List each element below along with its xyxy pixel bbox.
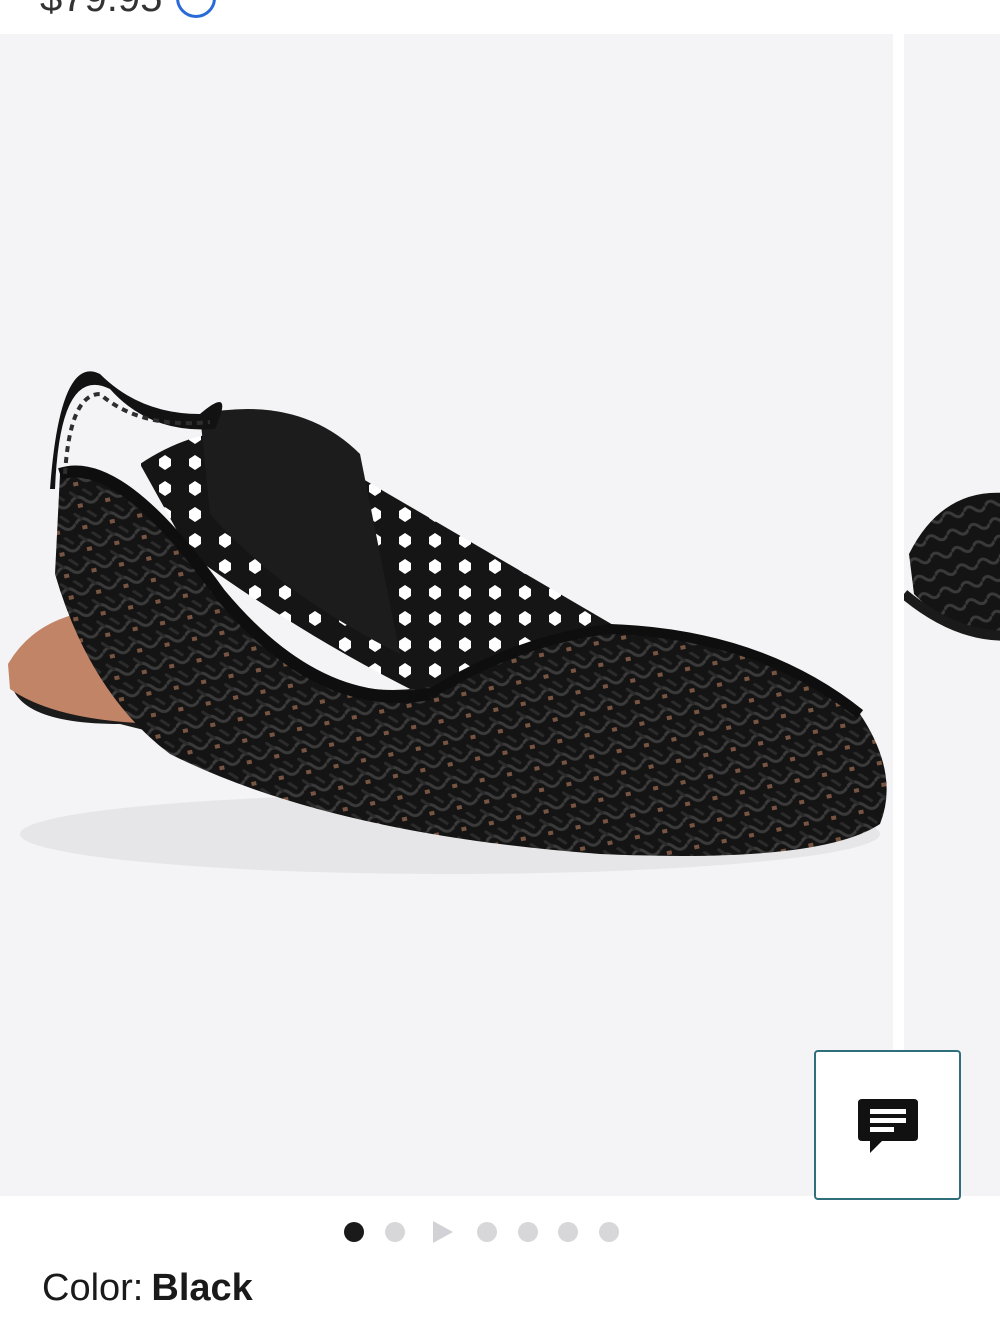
color-value: Black [151, 1267, 253, 1309]
chat-button[interactable] [814, 1050, 961, 1200]
carousel-dot-5[interactable] [518, 1222, 538, 1242]
color-selection: Color: Black [42, 1266, 253, 1310]
carousel-dots [0, 1219, 1000, 1245]
product-image-main[interactable] [0, 34, 893, 1196]
carousel-dot-1[interactable] [344, 1222, 364, 1242]
price: $79.95 [40, 0, 217, 18]
info-icon[interactable] [176, 0, 217, 18]
product-image-next[interactable] [900, 34, 1000, 1196]
product-image-carousel[interactable] [0, 34, 1000, 1196]
carousel-dot-6[interactable] [558, 1222, 578, 1242]
price-text: $79.95 [40, 0, 162, 18]
color-label: Color: [42, 1267, 144, 1309]
chat-icon [857, 1099, 918, 1153]
shoe-image-next [900, 492, 1000, 641]
carousel-dot-2[interactable] [385, 1222, 405, 1242]
shoe-image [8, 371, 887, 874]
carousel-dot-4[interactable] [477, 1222, 497, 1242]
carousel-dot-7[interactable] [599, 1222, 619, 1242]
carousel-video-dot-icon[interactable] [433, 1221, 453, 1243]
